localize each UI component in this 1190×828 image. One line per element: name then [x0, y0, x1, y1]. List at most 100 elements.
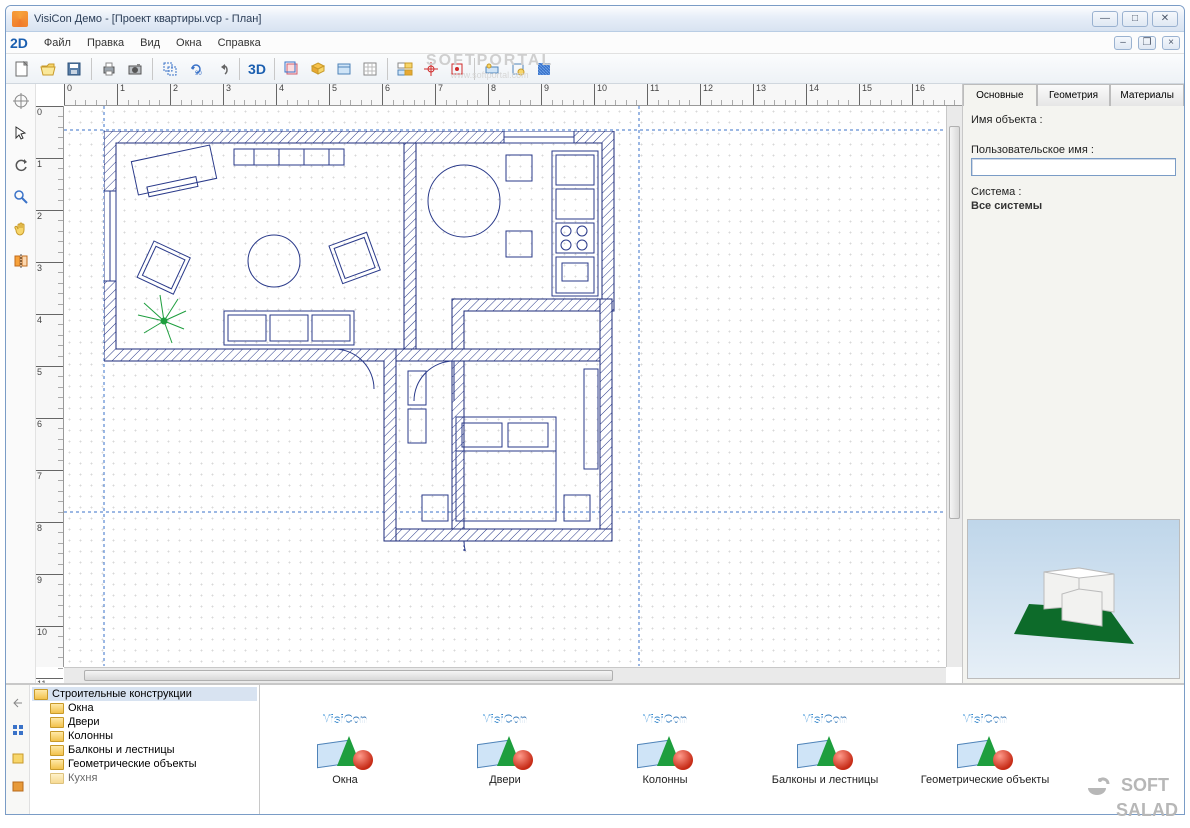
tree-item-windows[interactable]: Окна	[32, 701, 257, 715]
new-icon[interactable]	[10, 57, 34, 81]
library-item-label: Окна	[332, 774, 358, 787]
menu-help[interactable]: Справка	[210, 35, 269, 51]
folder-icon	[50, 717, 64, 728]
lib-list-icon[interactable]	[7, 719, 29, 741]
camera-icon[interactable]	[123, 57, 147, 81]
library-graphic-icon	[795, 728, 855, 772]
lib-add-icon[interactable]	[7, 775, 29, 797]
tab-geometry[interactable]: Геометрия	[1037, 84, 1111, 106]
snap2-icon[interactable]	[445, 57, 469, 81]
svg-text:90: 90	[195, 71, 202, 77]
folder-icon	[34, 689, 48, 700]
library-items: VisiCon ОкнаVisiCon ДвериVisiCon Колонны…	[260, 685, 1184, 814]
tree-label: Геометрические объекты	[68, 758, 196, 770]
view-icon[interactable]	[332, 57, 356, 81]
library-item-label: Колонны	[643, 774, 688, 787]
snap-icon[interactable]	[419, 57, 443, 81]
library-item[interactable]: VisiCon Балконы и лестницы	[760, 712, 890, 787]
folder-icon	[50, 759, 64, 770]
obj2-icon[interactable]	[506, 57, 530, 81]
hand-icon[interactable]	[10, 218, 32, 240]
close-button[interactable]: ✕	[1152, 11, 1178, 27]
menubar: 2D Файл Правка Вид Окна Справка – ❐ ×	[6, 32, 1184, 54]
print-icon[interactable]	[97, 57, 121, 81]
pan-crosshair-icon[interactable]	[10, 90, 32, 112]
library-item-label: Балконы и лестницы	[772, 774, 879, 787]
library-item[interactable]: VisiCon Колонны	[600, 712, 730, 787]
user-name-label: Пользовательское имя :	[971, 144, 1176, 156]
rotate90-icon[interactable]: 90	[184, 57, 208, 81]
mirror-icon[interactable]	[10, 250, 32, 272]
grid-icon[interactable]	[358, 57, 382, 81]
library-brand: VisiCon	[323, 712, 367, 726]
save-icon[interactable]	[62, 57, 86, 81]
menu-view[interactable]: Вид	[132, 35, 168, 51]
prefs-icon[interactable]	[393, 57, 417, 81]
materials-icon[interactable]	[306, 57, 330, 81]
system-value: Все системы	[971, 200, 1042, 212]
tree-item-doors[interactable]: Двери	[32, 715, 257, 729]
tree-label: Балконы и лестницы	[68, 744, 175, 756]
lib-favorite-icon[interactable]	[7, 747, 29, 769]
zoom-icon[interactable]	[10, 186, 32, 208]
library-panel: Строительные конструкции Окна Двери Коло…	[6, 684, 1184, 814]
library-graphic-icon	[315, 728, 375, 772]
mode-3d-button[interactable]: 3D	[245, 57, 269, 81]
tree-label: Кухня	[68, 772, 97, 784]
obj1-icon[interactable]	[480, 57, 504, 81]
ruler-horizontal[interactable]: 01234567891011121314151617	[64, 84, 962, 106]
canvas-container: 01234567891011121314151617 0123456789101…	[36, 84, 962, 683]
library-graphic-icon	[635, 728, 695, 772]
scrollbar-vertical[interactable]	[946, 106, 962, 667]
upper-area: 01234567891011121314151617 0123456789101…	[6, 84, 1184, 684]
lib-up-icon[interactable]	[7, 691, 29, 713]
library-brand: VisiCon	[963, 712, 1007, 726]
tree-root[interactable]: Строительные конструкции	[32, 687, 257, 701]
tree-item-kitchen[interactable]: Кухня	[32, 771, 257, 785]
app-window: VisiCon Демо - [Проект квартиры.vcp - Пл…	[5, 5, 1185, 815]
tree-item-columns[interactable]: Колонны	[32, 729, 257, 743]
pointer-icon[interactable]	[10, 122, 32, 144]
mdi-close-button[interactable]: ×	[1162, 36, 1180, 50]
properties-body: Имя объекта : Пользовательское имя : Сис…	[963, 106, 1184, 515]
tree-label: Окна	[68, 702, 94, 714]
library-brand: VisiCon	[483, 712, 527, 726]
mdi-minimize-button[interactable]: –	[1114, 36, 1132, 50]
floor-plan	[104, 131, 634, 551]
library-item[interactable]: VisiCon Окна	[280, 712, 410, 787]
tree-item-balconies[interactable]: Балконы и лестницы	[32, 743, 257, 757]
folder-icon	[50, 773, 64, 784]
system-label: Система :	[971, 186, 1176, 198]
drawing-canvas[interactable]	[64, 106, 962, 667]
mode-2d-label[interactable]: 2D	[10, 35, 28, 51]
library-item-label: Двери	[489, 774, 521, 787]
user-name-input[interactable]	[971, 158, 1176, 176]
undo-icon[interactable]	[210, 57, 234, 81]
layer-icon[interactable]	[280, 57, 304, 81]
library-item[interactable]: VisiCon Двери	[440, 712, 570, 787]
library-tree[interactable]: Строительные конструкции Окна Двери Коло…	[30, 685, 260, 814]
preview-3d[interactable]	[967, 519, 1180, 679]
tab-main[interactable]: Основные	[963, 84, 1037, 106]
tab-materials[interactable]: Материалы	[1110, 84, 1184, 106]
menu-file[interactable]: Файл	[36, 35, 79, 51]
areafill-icon[interactable]	[532, 57, 556, 81]
menu-windows[interactable]: Окна	[168, 35, 210, 51]
library-graphic-icon	[955, 728, 1015, 772]
mdi-restore-button[interactable]: ❐	[1138, 36, 1156, 50]
library-item[interactable]: VisiCon Геометрические объекты	[920, 712, 1050, 787]
folder-icon	[50, 745, 64, 756]
select-group-icon[interactable]	[158, 57, 182, 81]
folder-icon	[50, 731, 64, 742]
tree-item-geometry[interactable]: Геометрические объекты	[32, 757, 257, 771]
tree-root-label: Строительные конструкции	[52, 688, 192, 700]
library-brand: VisiCon	[803, 712, 847, 726]
minimize-button[interactable]: —	[1092, 11, 1118, 27]
rotate-icon[interactable]	[10, 154, 32, 176]
menu-edit[interactable]: Правка	[79, 35, 132, 51]
maximize-button[interactable]: □	[1122, 11, 1148, 27]
open-icon[interactable]	[36, 57, 60, 81]
ruler-vertical[interactable]: 01234567891011	[36, 106, 64, 667]
scrollbar-horizontal[interactable]	[64, 667, 946, 683]
properties-panel: Основные Геометрия Материалы Имя объекта…	[962, 84, 1184, 683]
